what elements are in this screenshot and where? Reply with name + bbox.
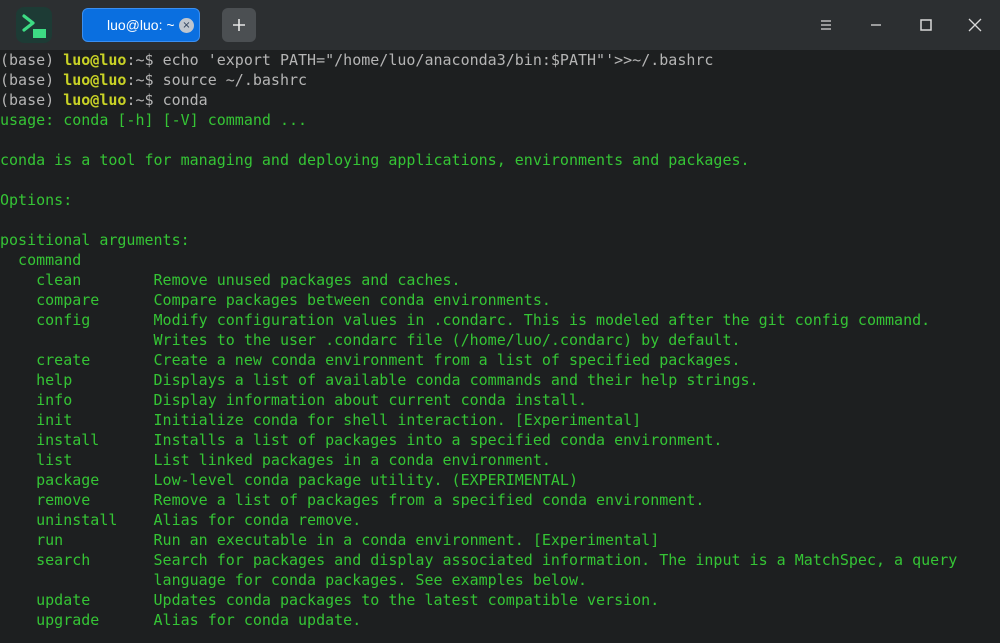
output-line: Options:: [0, 191, 73, 209]
prompt-symbol: $: [144, 51, 154, 69]
user-host: luo@luo: [63, 51, 127, 69]
maximize-icon[interactable]: [916, 15, 936, 35]
prompt-line: (base) luo@luo:~$ conda: [0, 90, 208, 110]
terminal-window: luo@luo: ~ × (base) luo@luo:~$ echo 'exp…: [0, 0, 1000, 643]
output-line: language for conda packages. See example…: [0, 571, 587, 589]
env-label: (base): [0, 51, 55, 69]
prompt-symbol: $: [144, 71, 154, 89]
prompt-symbol: $: [144, 91, 154, 109]
output-line: create Create a new conda environment fr…: [0, 351, 741, 369]
command-text: echo 'export PATH="/home/luo/anaconda3/b…: [162, 51, 714, 69]
command-text: source ~/.bashrc: [162, 71, 308, 89]
output-line: clean Remove unused packages and caches.: [0, 271, 461, 289]
prompt-path: ~: [135, 51, 145, 69]
new-tab-button[interactable]: [222, 8, 256, 42]
output-line: compare Compare packages between conda e…: [0, 291, 551, 309]
terminal-output[interactable]: (base) luo@luo:~$ echo 'export PATH="/ho…: [0, 50, 1000, 643]
prompt-path: ~: [135, 71, 145, 89]
output-line: run Run an executable in a conda environ…: [0, 531, 660, 549]
minimize-icon[interactable]: [866, 15, 886, 35]
menu-icon[interactable]: [816, 15, 836, 35]
output-line: conda is a tool for managing and deployi…: [0, 151, 750, 169]
output-line: config Modify configuration values in .c…: [0, 311, 931, 329]
output-line: update Updates conda packages to the lat…: [0, 591, 660, 609]
output-line: help Displays a list of available conda …: [0, 371, 759, 389]
output-line: package Low-level conda package utility.…: [0, 471, 578, 489]
output-line: info Display information about current c…: [0, 391, 587, 409]
user-host: luo@luo: [63, 91, 127, 109]
output-line: list List linked packages in a conda env…: [0, 451, 551, 469]
title-bar: luo@luo: ~ ×: [0, 0, 1000, 50]
env-label: (base): [0, 91, 55, 109]
user-host: luo@luo: [63, 71, 127, 89]
output-line: Writes to the user .condarc file (/home/…: [0, 331, 741, 349]
env-label: (base): [0, 71, 55, 89]
close-icon[interactable]: [965, 15, 985, 35]
terminal-app-icon: [16, 7, 52, 43]
output-line: usage: conda [-h] [-V] command ...: [0, 111, 308, 129]
prompt-path: ~: [135, 91, 145, 109]
output-line: remove Remove a list of packages from a …: [0, 491, 705, 509]
prompt-line: (base) luo@luo:~$ echo 'export PATH="/ho…: [0, 50, 713, 70]
output-line: search Search for packages and display a…: [0, 551, 958, 569]
output-line: upgrade Alias for conda update.: [0, 611, 362, 629]
output-line: init Initialize conda for shell interact…: [0, 411, 642, 429]
tab-terminal[interactable]: luo@luo: ~ ×: [82, 8, 200, 42]
output-line: uninstall Alias for conda remove.: [0, 511, 362, 529]
plus-icon: [233, 19, 245, 31]
output-line: positional arguments:: [0, 231, 190, 249]
tab-label: luo@luo: ~: [107, 17, 175, 33]
command-text: conda: [162, 91, 208, 109]
output-line: install Installs a list of packages into…: [0, 431, 723, 449]
output-line: command: [0, 251, 82, 269]
tab-close-icon[interactable]: ×: [179, 18, 194, 33]
prompt-line: (base) luo@luo:~$ source ~/.bashrc: [0, 70, 307, 90]
